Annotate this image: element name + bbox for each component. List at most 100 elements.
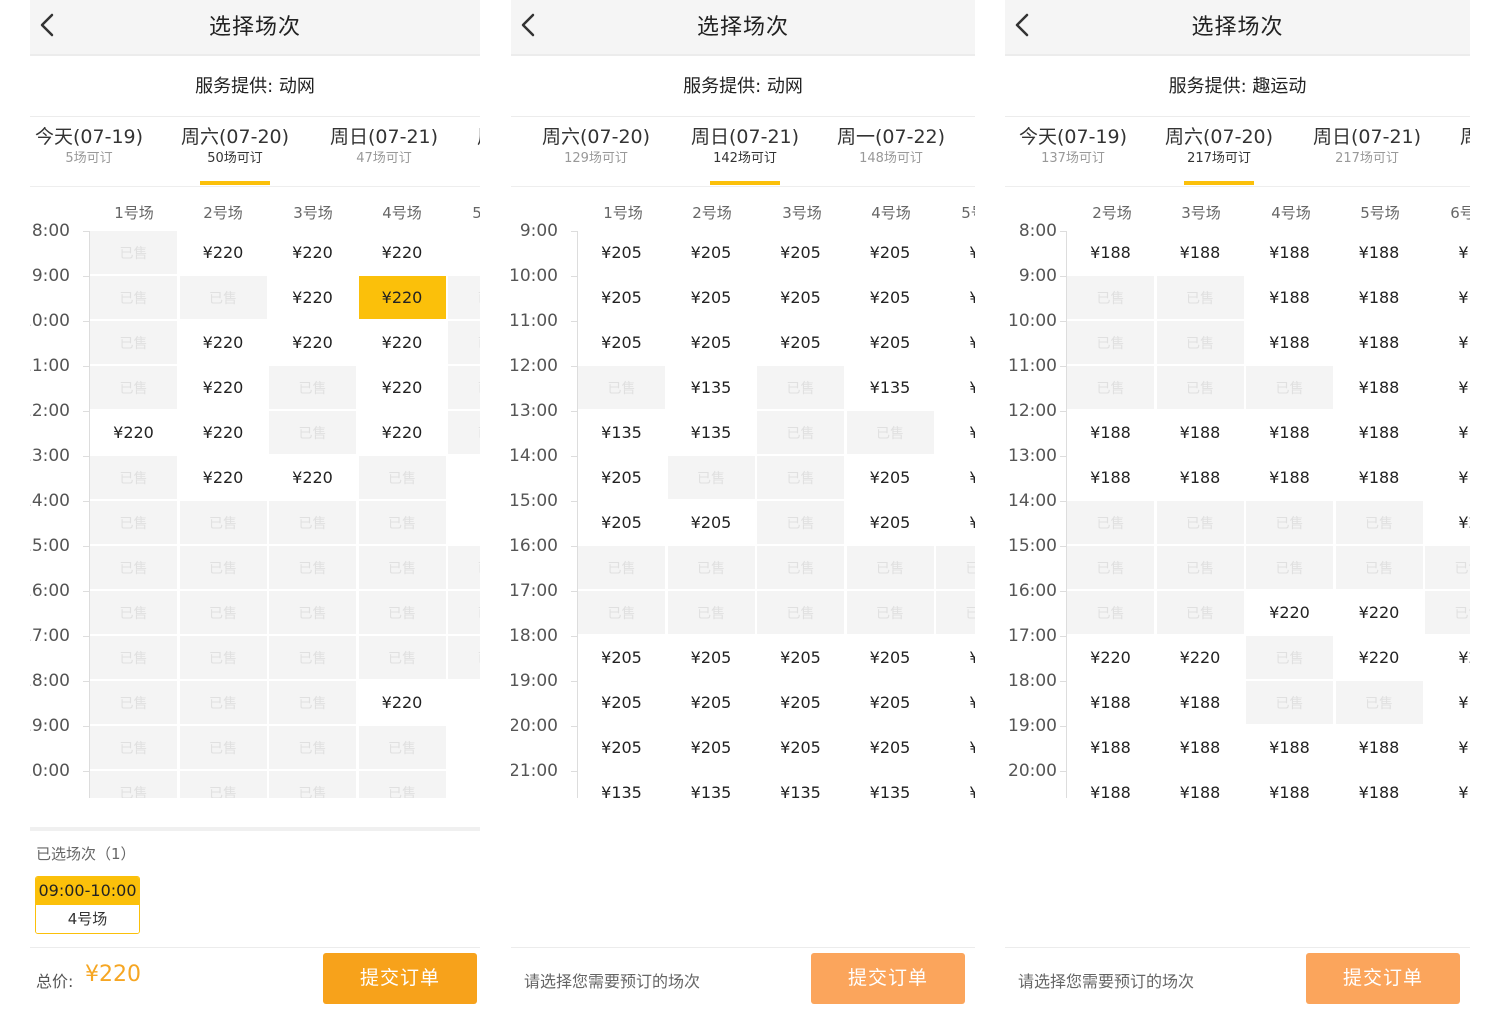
- available-slot[interactable]: ¥188: [1156, 681, 1244, 724]
- available-slot[interactable]: ¥205: [846, 456, 934, 499]
- available-slot[interactable]: ¥205: [667, 231, 755, 274]
- date-tab[interactable]: 周六(07-20) 129场可订: [542, 117, 682, 187]
- available-slot[interactable]: ¥205: [578, 276, 665, 319]
- available-slot[interactable]: ¥188: [1335, 276, 1423, 319]
- available-slot[interactable]: ¥: [448, 771, 480, 798]
- date-tab[interactable]: 周一(07-22): [477, 117, 480, 187]
- available-slot[interactable]: ¥205: [578, 456, 665, 499]
- available-slot[interactable]: ¥135: [846, 771, 934, 798]
- available-slot[interactable]: ¥2: [936, 681, 975, 724]
- available-slot[interactable]: ¥135: [578, 771, 665, 798]
- available-slot[interactable]: ¥1: [1425, 321, 1470, 364]
- available-slot[interactable]: ¥188: [1067, 726, 1154, 769]
- available-slot[interactable]: ¥205: [846, 636, 934, 679]
- available-slot[interactable]: ¥1: [1425, 276, 1470, 319]
- available-slot[interactable]: ¥: [448, 726, 480, 769]
- available-slot[interactable]: ¥2: [936, 321, 975, 364]
- available-slot[interactable]: ¥205: [757, 636, 844, 679]
- available-slot[interactable]: ¥220: [269, 276, 356, 319]
- available-slot[interactable]: ¥188: [1246, 456, 1333, 499]
- selected-slot[interactable]: ¥220: [358, 276, 446, 319]
- available-slot[interactable]: ¥205: [578, 501, 665, 544]
- selected-session-card[interactable]: 09:00-10:00 4号场: [35, 876, 140, 934]
- available-slot[interactable]: ¥188: [1335, 411, 1423, 454]
- available-slot[interactable]: ¥1: [1425, 456, 1470, 499]
- available-slot[interactable]: ¥: [448, 456, 480, 499]
- date-tab[interactable]: 今天(07-19) 5场可订: [35, 117, 175, 187]
- available-slot[interactable]: ¥2: [1425, 636, 1470, 679]
- available-slot[interactable]: ¥188: [1246, 321, 1333, 364]
- available-slot[interactable]: ¥188: [1335, 366, 1423, 409]
- available-slot[interactable]: ¥220: [358, 366, 446, 409]
- available-slot[interactable]: ¥188: [1335, 231, 1423, 274]
- available-slot[interactable]: ¥220: [358, 681, 446, 724]
- available-slot[interactable]: ¥188: [1156, 726, 1244, 769]
- available-slot[interactable]: ¥1: [936, 411, 975, 454]
- available-slot[interactable]: ¥188: [1246, 771, 1333, 798]
- available-slot[interactable]: ¥205: [846, 726, 934, 769]
- available-slot[interactable]: ¥1: [936, 366, 975, 409]
- available-slot[interactable]: ¥188: [1335, 321, 1423, 364]
- available-slot[interactable]: ¥188: [1335, 771, 1423, 798]
- date-tab[interactable]: 周六(07-20) 217场可订: [1165, 117, 1305, 187]
- available-slot[interactable]: ¥220: [179, 366, 267, 409]
- available-slot[interactable]: ¥220: [1335, 636, 1423, 679]
- available-slot[interactable]: ¥205: [757, 231, 844, 274]
- available-slot[interactable]: ¥1: [1425, 726, 1470, 769]
- available-slot[interactable]: ¥205: [667, 321, 755, 364]
- available-slot[interactable]: ¥2: [936, 636, 975, 679]
- available-slot[interactable]: ¥1: [1425, 411, 1470, 454]
- available-slot[interactable]: ¥205: [757, 321, 844, 364]
- available-slot[interactable]: ¥220: [358, 321, 446, 364]
- available-slot[interactable]: ¥188: [1156, 231, 1244, 274]
- available-slot[interactable]: ¥205: [846, 681, 934, 724]
- date-tab[interactable]: 周日(07-21) 142场可订: [691, 117, 831, 187]
- available-slot[interactable]: ¥2: [936, 501, 975, 544]
- available-slot[interactable]: ¥135: [757, 771, 844, 798]
- available-slot[interactable]: ¥205: [757, 276, 844, 319]
- date-tab[interactable]: 周一: [1460, 117, 1470, 187]
- available-slot[interactable]: ¥188: [1246, 231, 1333, 274]
- available-slot[interactable]: ¥135: [578, 411, 665, 454]
- available-slot[interactable]: ¥205: [846, 501, 934, 544]
- available-slot[interactable]: ¥220: [179, 411, 267, 454]
- available-slot[interactable]: ¥: [448, 501, 480, 544]
- submit-order-button[interactable]: 提交订单: [811, 953, 965, 1004]
- available-slot[interactable]: ¥188: [1067, 411, 1154, 454]
- available-slot[interactable]: ¥220: [358, 411, 446, 454]
- available-slot[interactable]: ¥220: [179, 321, 267, 364]
- available-slot[interactable]: ¥220: [90, 411, 177, 454]
- available-slot[interactable]: ¥220: [269, 456, 356, 499]
- available-slot[interactable]: ¥188: [1156, 771, 1244, 798]
- available-slot[interactable]: ¥205: [578, 636, 665, 679]
- available-slot[interactable]: ¥205: [846, 321, 934, 364]
- available-slot[interactable]: ¥188: [1246, 726, 1333, 769]
- available-slot[interactable]: ¥1: [1425, 681, 1470, 724]
- available-slot[interactable]: ¥220: [1335, 591, 1423, 634]
- available-slot[interactable]: ¥205: [578, 231, 665, 274]
- date-tab[interactable]: 周日(07-21) 47场可订: [330, 117, 470, 187]
- available-slot[interactable]: ¥205: [846, 231, 934, 274]
- available-slot[interactable]: ¥188: [1335, 726, 1423, 769]
- available-slot[interactable]: ¥188: [1067, 681, 1154, 724]
- available-slot[interactable]: ¥1: [1425, 771, 1470, 798]
- available-slot[interactable]: ¥205: [757, 726, 844, 769]
- available-slot[interactable]: ¥205: [667, 681, 755, 724]
- available-slot[interactable]: ¥1: [936, 771, 975, 798]
- available-slot[interactable]: ¥205: [667, 501, 755, 544]
- available-slot[interactable]: ¥220: [1156, 636, 1244, 679]
- available-slot[interactable]: ¥188: [1246, 276, 1333, 319]
- available-slot[interactable]: ¥220: [179, 231, 267, 274]
- available-slot[interactable]: ¥188: [1246, 411, 1333, 454]
- available-slot[interactable]: ¥188: [1067, 771, 1154, 798]
- available-slot[interactable]: ¥188: [1067, 231, 1154, 274]
- available-slot[interactable]: ¥2: [936, 231, 975, 274]
- available-slot[interactable]: ¥205: [578, 321, 665, 364]
- available-slot[interactable]: ¥220: [269, 231, 356, 274]
- available-slot[interactable]: ¥188: [1067, 456, 1154, 499]
- available-slot[interactable]: ¥205: [667, 636, 755, 679]
- available-slot[interactable]: ¥220: [1067, 636, 1154, 679]
- date-tab[interactable]: 周日(07-21) 217场可订: [1313, 117, 1453, 187]
- available-slot[interactable]: ¥2: [1425, 501, 1470, 544]
- available-slot[interactable]: ¥188: [1156, 411, 1244, 454]
